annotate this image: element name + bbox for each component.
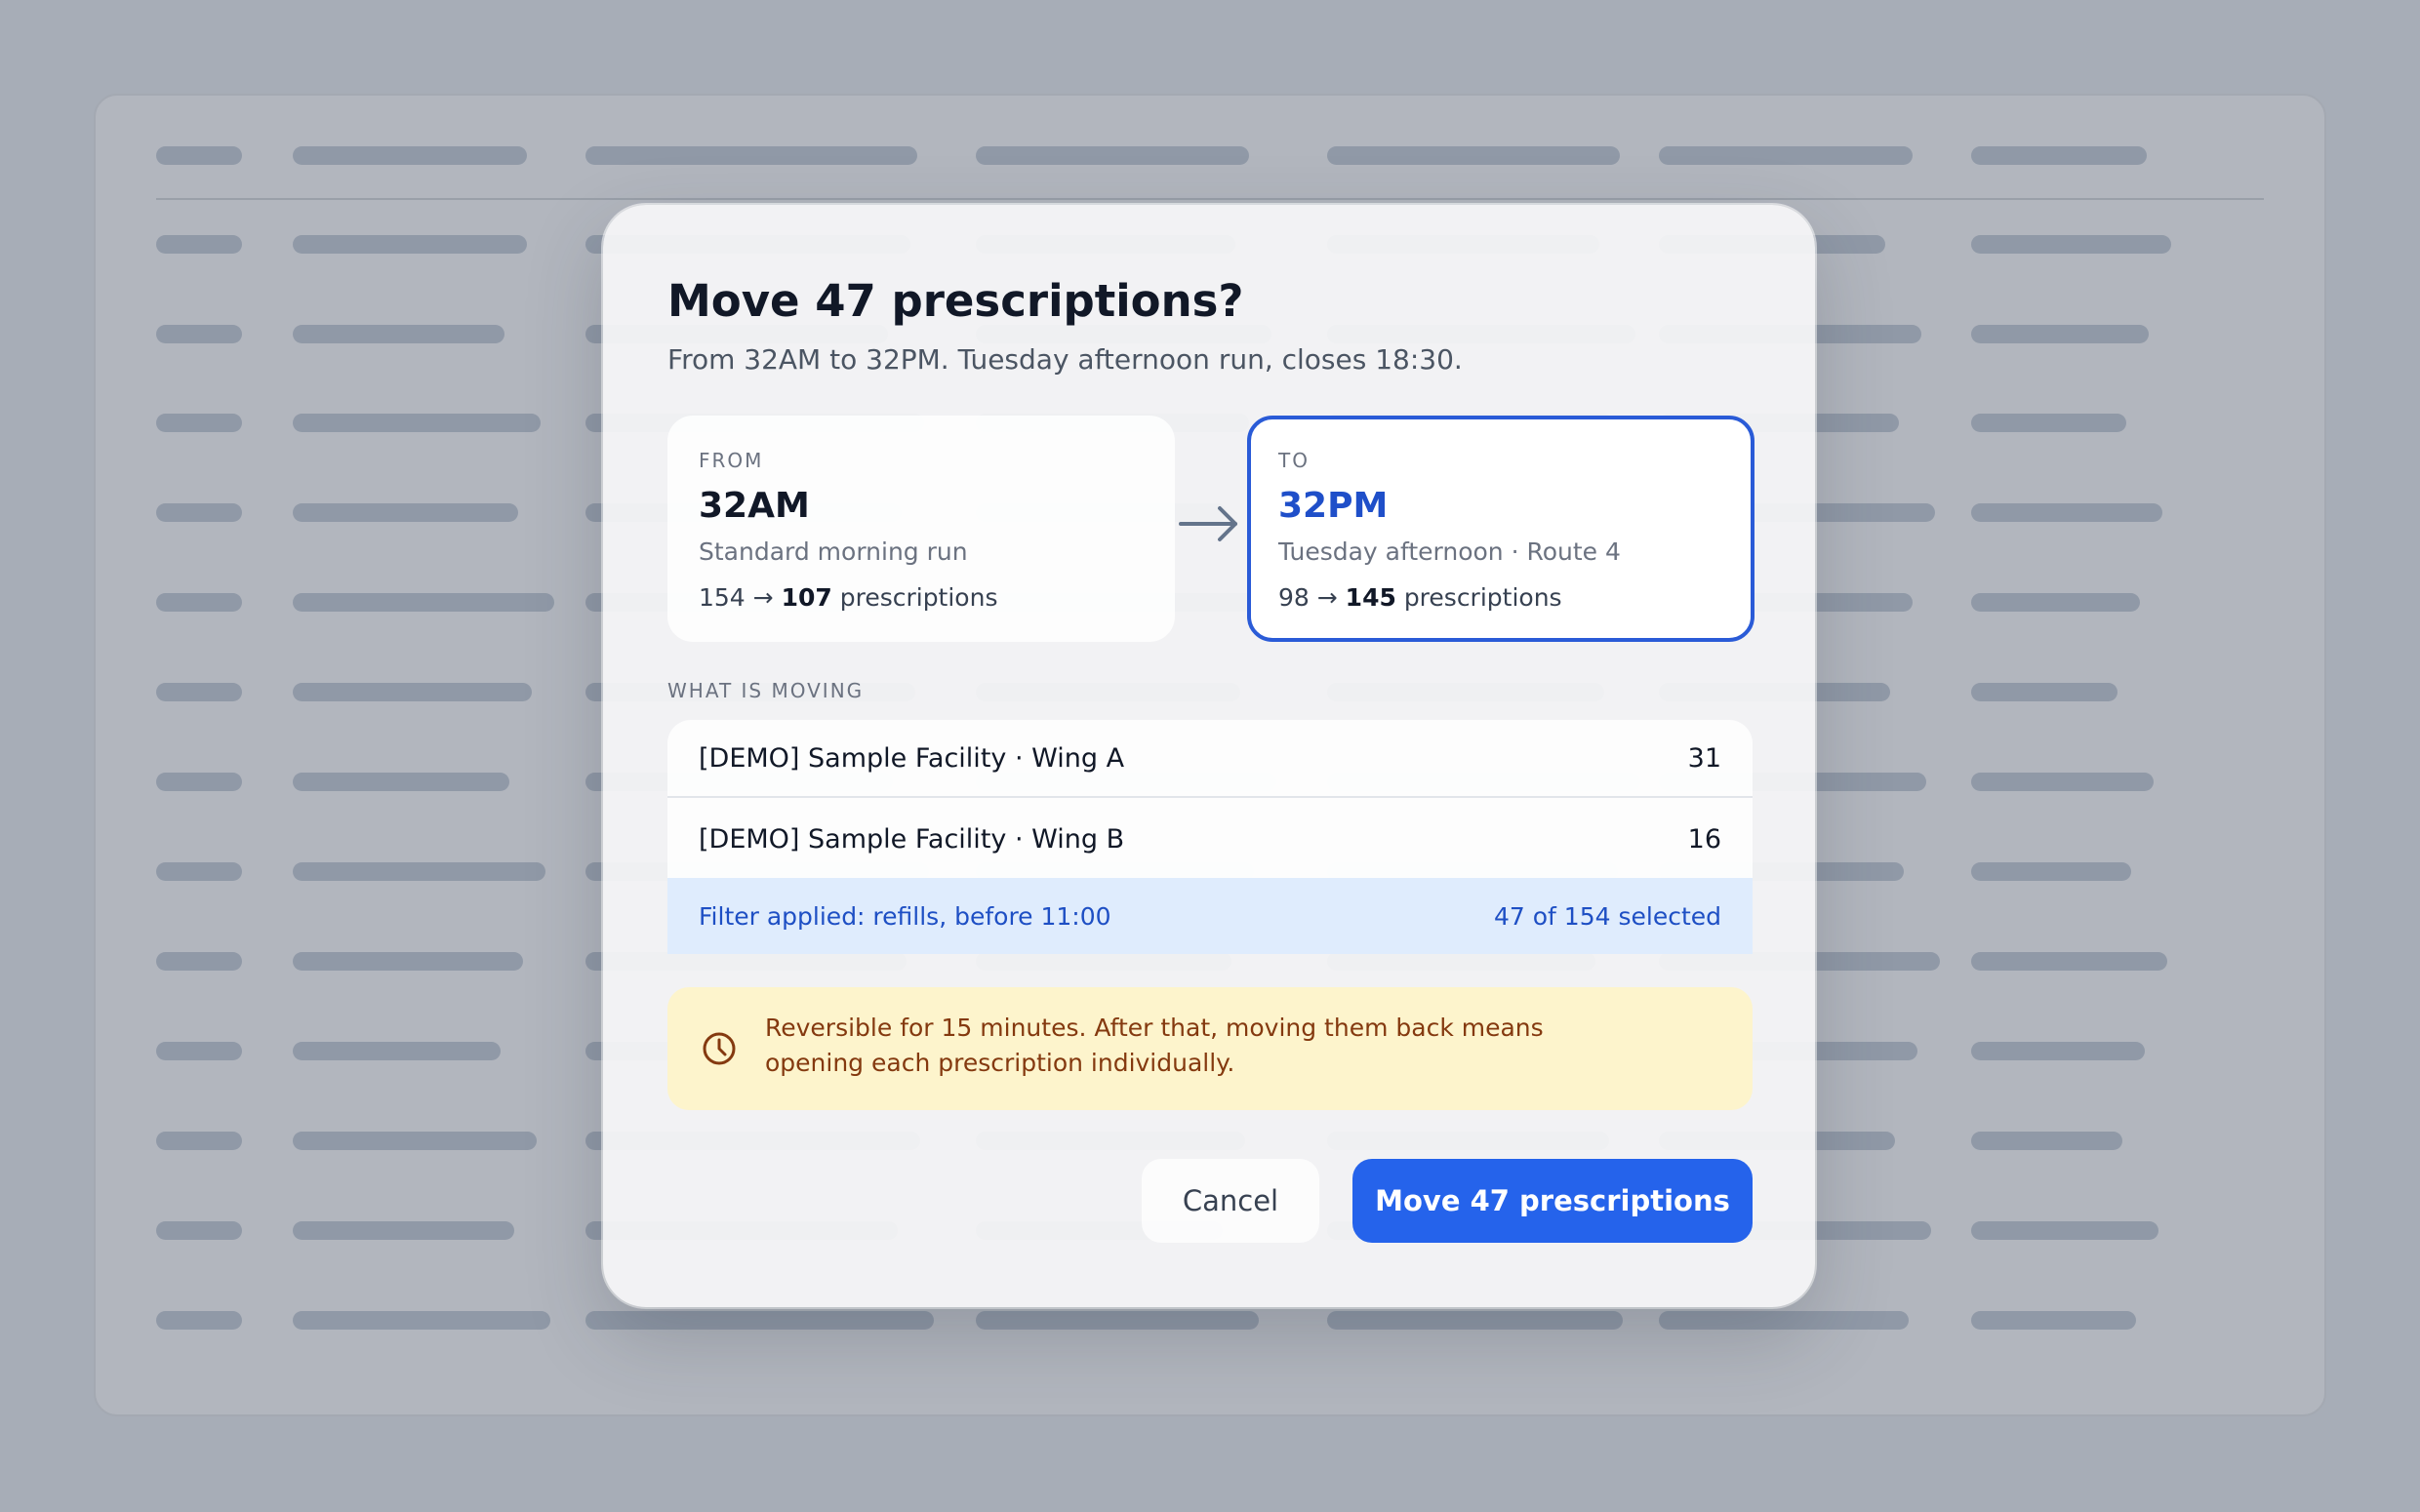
to-run-description: Tuesday afternoon · Route 4 xyxy=(1278,537,1621,566)
skeleton-bar xyxy=(293,593,554,612)
to-count-after: 145 xyxy=(1345,583,1396,612)
warning-line-1: Reversible for 15 minutes. After that, m… xyxy=(765,1014,1544,1042)
skeleton-bar xyxy=(156,414,242,432)
filter-summary: Filter applied: refills, before 11:00 47… xyxy=(667,878,1753,954)
warning-line-2: opening each prescription individually. xyxy=(765,1049,1235,1077)
what-is-moving-label: WHAT IS MOVING xyxy=(667,679,865,702)
skeleton-bar xyxy=(585,146,917,165)
skeleton-bar xyxy=(1971,952,2167,971)
dialog-title: Move 47 prescriptions? xyxy=(667,275,1244,327)
skeleton-bar xyxy=(156,862,242,881)
skeleton-bar xyxy=(293,1221,514,1240)
skeleton-bar xyxy=(293,325,504,343)
list-item-name: [DEMO] Sample Facility · Wing A xyxy=(699,742,1125,774)
skeleton-bar xyxy=(156,952,242,971)
skeleton-bar xyxy=(156,1311,242,1330)
skeleton-bar xyxy=(293,235,527,254)
selection-count: 47 of 154 selected xyxy=(1494,901,1721,931)
dialog-subtitle: From 32AM to 32PM. Tuesday afternoon run… xyxy=(667,343,1463,376)
skeleton-bar xyxy=(293,1042,501,1060)
skeleton-bar xyxy=(156,773,242,791)
skeleton-bar xyxy=(1971,1311,2136,1330)
from-run-description: Standard morning run xyxy=(699,537,968,566)
from-count-before: 154 xyxy=(699,583,746,612)
to-run-name: 32PM xyxy=(1278,486,1389,526)
skeleton-bar xyxy=(156,146,242,165)
skeleton-bar xyxy=(1659,1311,1909,1330)
skeleton-bar xyxy=(293,146,527,165)
move-prescriptions-dialog: Move 47 prescriptions? From 32AM to 32PM… xyxy=(603,205,1815,1307)
to-count-suffix: prescriptions xyxy=(1403,583,1562,612)
move-prescriptions-button[interactable]: Move 47 prescriptions xyxy=(1352,1159,1753,1243)
skeleton-bar xyxy=(1971,325,2149,343)
to-count-before: 98 xyxy=(1278,583,1310,612)
skeleton-bar xyxy=(293,683,532,701)
skeleton-bar xyxy=(156,683,242,701)
skeleton-bar xyxy=(156,235,242,254)
skeleton-bar xyxy=(1971,1221,2158,1240)
to-run-card: TO 32PM Tuesday afternoon · Route 4 98 →… xyxy=(1247,416,1754,642)
skeleton-bar xyxy=(1971,593,2140,612)
from-count-suffix: prescriptions xyxy=(839,583,998,612)
skeleton-bar xyxy=(1659,146,1913,165)
skeleton-bar xyxy=(156,503,242,522)
clock-icon xyxy=(703,1032,736,1065)
list-item-count: 16 xyxy=(1687,823,1721,855)
from-count-arrow: → xyxy=(752,583,774,612)
skeleton-bar xyxy=(293,952,523,971)
skeleton-bar xyxy=(1971,503,2162,522)
skeleton-bar xyxy=(156,593,242,612)
skeleton-bar xyxy=(1971,683,2118,701)
from-run-card: FROM 32AM Standard morning run 154 → 107… xyxy=(667,416,1175,642)
skeleton-bar xyxy=(293,773,509,791)
skeleton-bar xyxy=(1971,414,2126,432)
skeleton-bar xyxy=(1971,1042,2145,1060)
cancel-button[interactable]: Cancel xyxy=(1142,1159,1319,1243)
from-label: FROM xyxy=(699,449,764,472)
skeleton-bar xyxy=(1327,146,1620,165)
skeleton-bar xyxy=(1971,773,2154,791)
to-label: TO xyxy=(1278,449,1310,472)
skeleton-bar xyxy=(293,414,541,432)
skeleton-bar xyxy=(976,1311,1259,1330)
skeleton-bar xyxy=(1971,146,2147,165)
skeleton-bar xyxy=(156,1132,242,1150)
from-run-name: 32AM xyxy=(699,486,810,526)
skeleton-bar xyxy=(156,1221,242,1240)
to-count-arrow: → xyxy=(1316,583,1338,612)
skeleton-bar xyxy=(1971,1132,2122,1150)
list-item-name: [DEMO] Sample Facility · Wing B xyxy=(699,823,1125,855)
arrow-right-icon xyxy=(1179,506,1237,541)
from-run-count: 154 → 107 prescriptions xyxy=(699,583,1144,612)
list-item: [DEMO] Sample Facility · Wing B 16 xyxy=(667,800,1753,878)
skeleton-bar xyxy=(156,325,242,343)
warning-text: Reversible for 15 minutes. After that, m… xyxy=(765,1011,1604,1081)
moving-list: [DEMO] Sample Facility · Wing A 31 [DEMO… xyxy=(667,720,1753,954)
skeleton-bar xyxy=(293,1132,537,1150)
skeleton-bar xyxy=(1971,862,2131,881)
reversible-warning: Reversible for 15 minutes. After that, m… xyxy=(667,987,1753,1110)
from-count-after: 107 xyxy=(781,583,832,612)
skeleton-bar xyxy=(976,146,1249,165)
skeleton-bar xyxy=(293,1311,550,1330)
skeleton-bar xyxy=(293,862,545,881)
skeleton-bar xyxy=(1327,1311,1623,1330)
skeleton-bar xyxy=(1971,235,2171,254)
background-table-divider xyxy=(156,198,2264,200)
filter-text: Filter applied: refills, before 11:00 xyxy=(699,901,1111,931)
skeleton-bar xyxy=(156,1042,242,1060)
list-item: [DEMO] Sample Facility · Wing A 31 xyxy=(667,720,1753,798)
skeleton-bar xyxy=(293,503,518,522)
list-item-count: 31 xyxy=(1687,742,1721,774)
skeleton-bar xyxy=(585,1311,934,1330)
to-run-count: 98 → 145 prescriptions xyxy=(1278,583,1723,612)
